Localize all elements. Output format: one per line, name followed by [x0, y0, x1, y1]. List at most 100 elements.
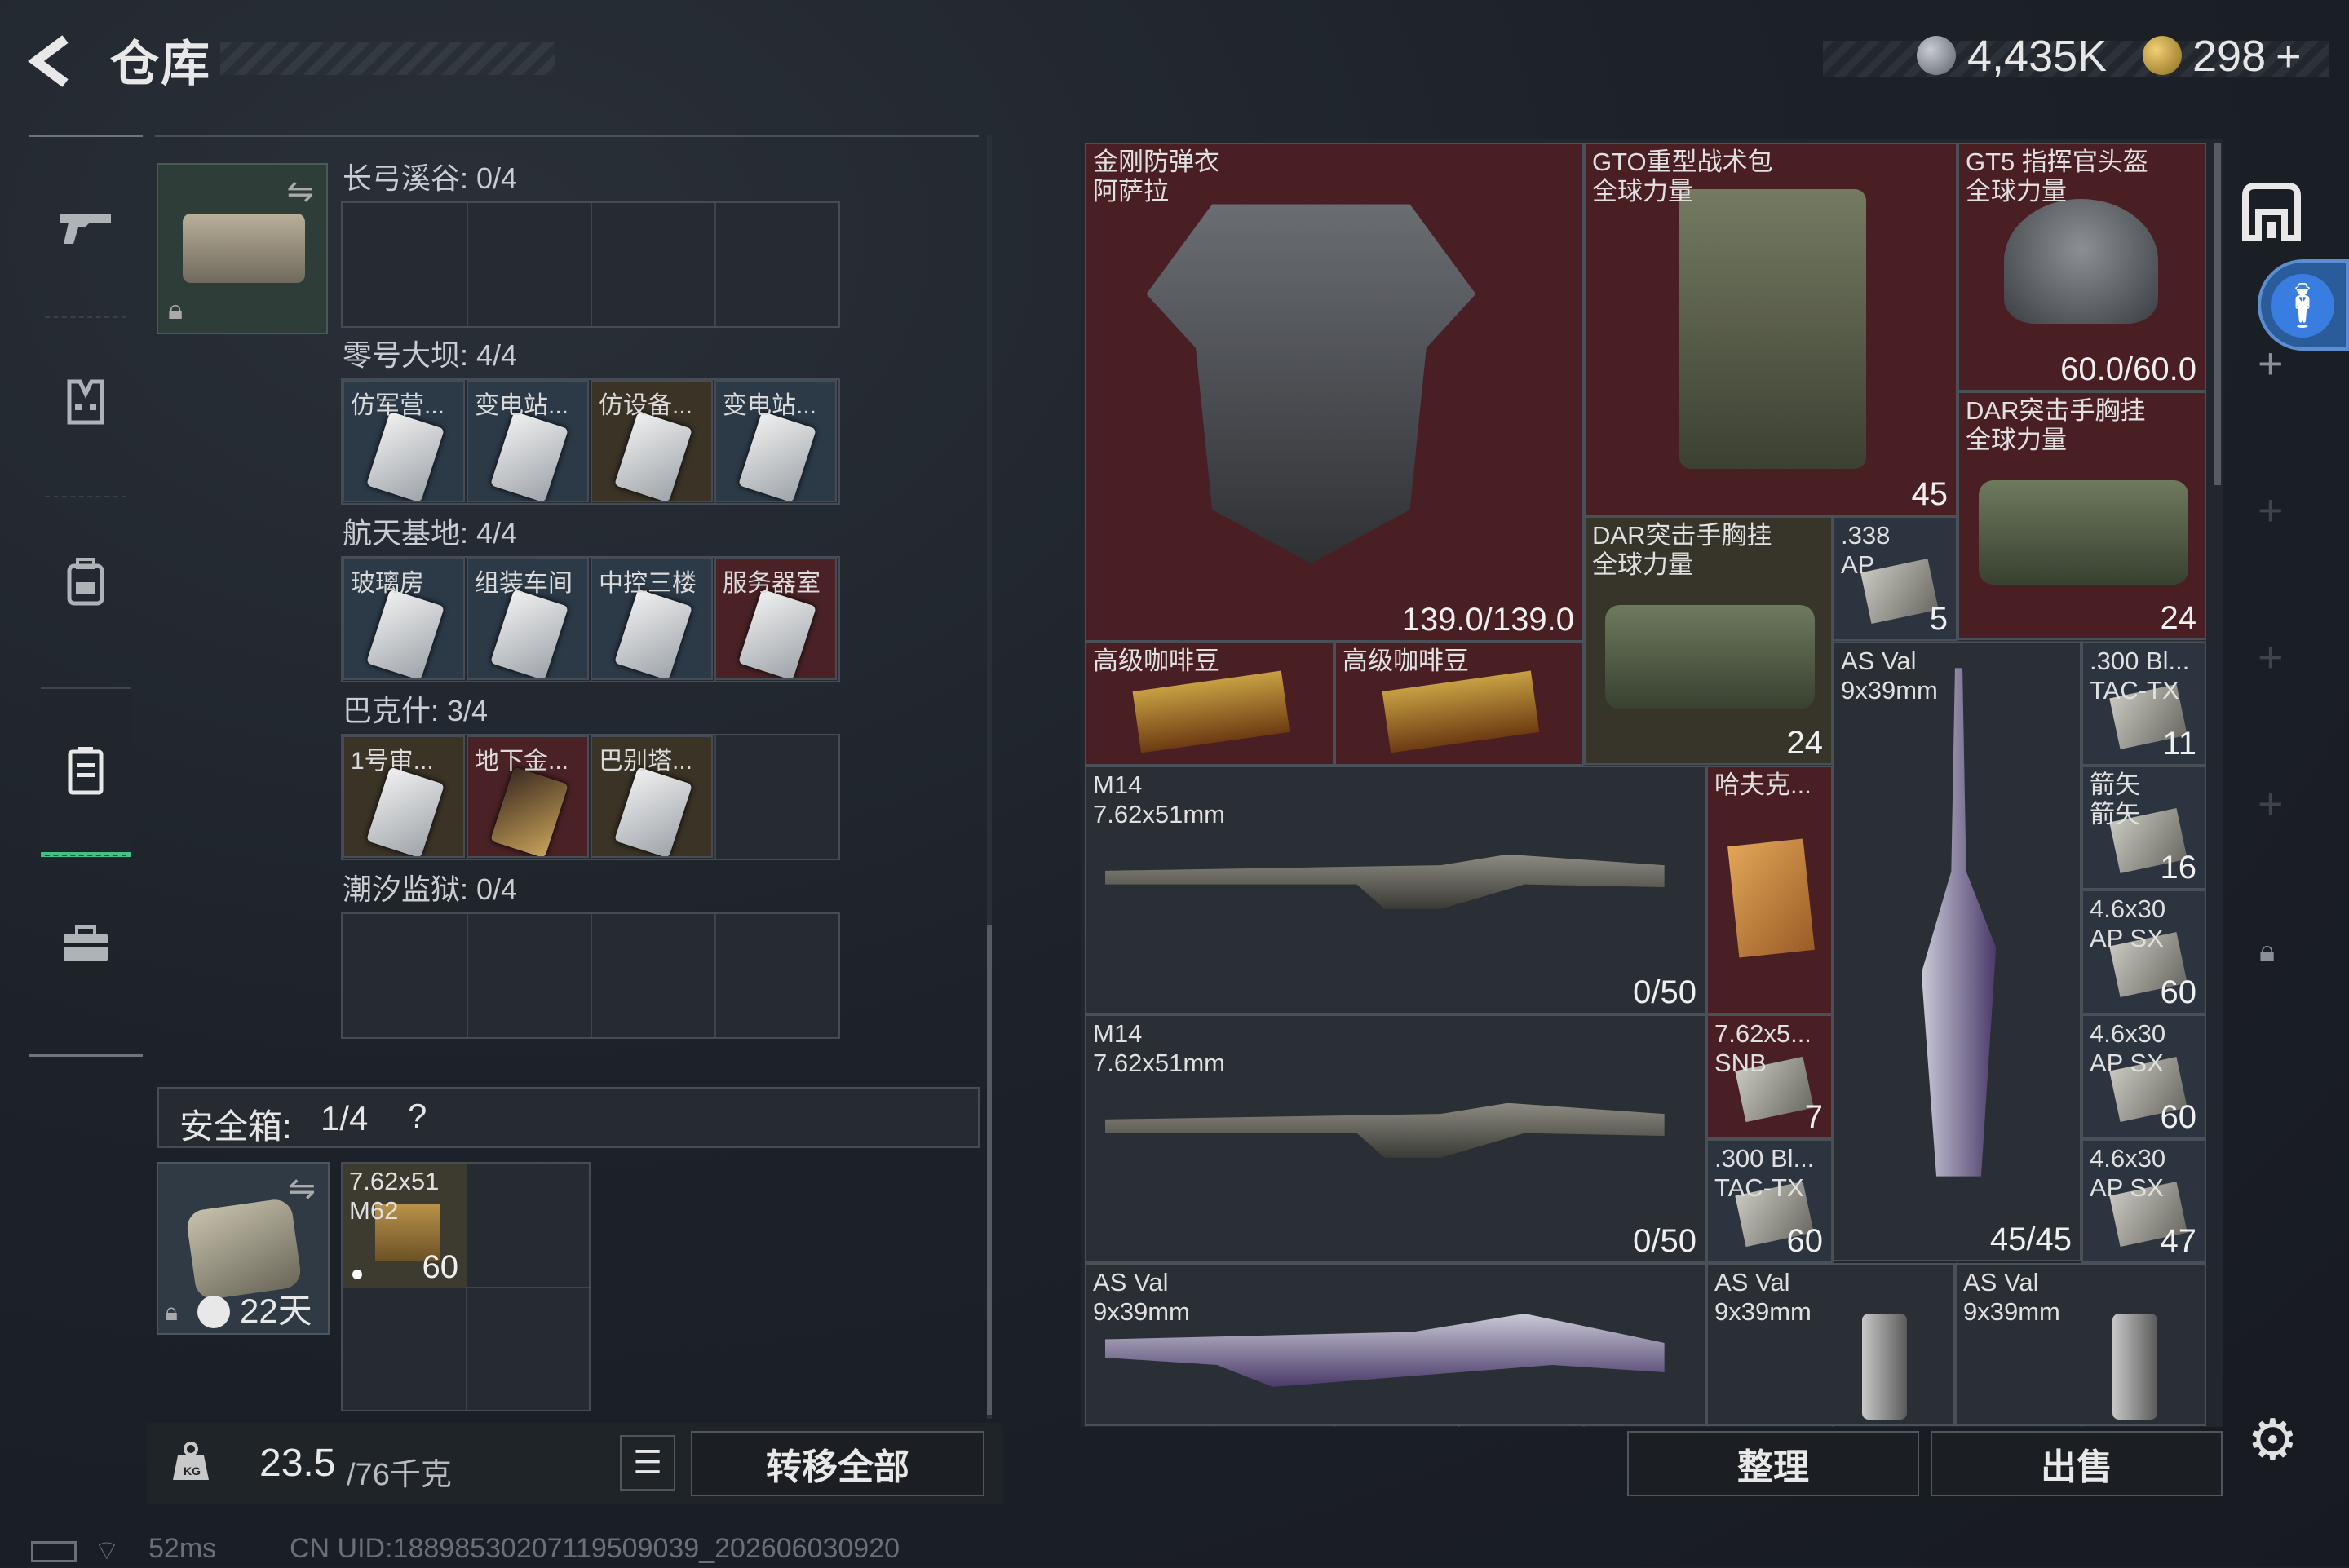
item-value: 0/50: [1633, 1223, 1696, 1259]
item-name: M14 7.62x51mm: [1093, 771, 1225, 828]
lock-icon: 🔒︎: [165, 1299, 178, 1326]
stash-tab-1[interactable]: [2239, 179, 2304, 245]
item-value: 60: [1786, 1223, 1824, 1259]
settings-gear-icon[interactable]: ⚙: [2247, 1407, 2298, 1473]
nav-vest[interactable]: [41, 320, 130, 484]
add-stash-button[interactable]: +: [2258, 338, 2284, 389]
keycard-slot[interactable]: 仿军营...: [343, 380, 465, 502]
stash-item[interactable]: 箭矢 箭矢 16: [2081, 766, 2206, 890]
item-name: .300 Bl... TAC-TX: [2090, 647, 2190, 704]
keycard-slot[interactable]: 变电站...: [467, 380, 589, 502]
stash-item[interactable]: 高级咖啡豆: [1085, 642, 1334, 766]
list-icon: ☰: [633, 1445, 662, 1481]
keycard-image: [738, 589, 816, 678]
item-name: AS Val 9x39mm: [1963, 1268, 2060, 1326]
keycard-slot[interactable]: 1号审...: [343, 735, 465, 858]
safebox-item[interactable]: 7.62x51 M62 60: [343, 1164, 467, 1288]
scrollbar-thumb[interactable]: [987, 925, 992, 1415]
coffee-beans-image: [1132, 670, 1290, 753]
stash-item[interactable]: GT5 指挥官头盔 全球力量 60.0/60.0: [1958, 143, 2206, 391]
item-name: 4.6x30 AP SX: [2090, 894, 2166, 952]
stash-item[interactable]: .338 AP 5: [1833, 516, 1958, 641]
add-stash-button[interactable]: +: [2258, 632, 2284, 682]
stash-item[interactable]: AS Val 9x39mm: [1706, 1263, 1955, 1426]
item-name: AS Val 9x39mm: [1841, 647, 1938, 704]
item-name: 7.62x51 M62: [349, 1167, 440, 1225]
keycard-image: [366, 411, 445, 501]
item-value: 11: [2162, 726, 2196, 762]
stash-item[interactable]: 7.62x5... SNB 7: [1706, 1014, 1833, 1139]
keycard-slot[interactable]: 中控三楼: [591, 558, 713, 680]
uid-text: CN UID:1889853020711950903​9_20260603092…: [290, 1533, 900, 1564]
keycard-slot[interactable]: 服务器室: [714, 558, 837, 680]
nav-keys[interactable]: [41, 687, 130, 857]
safebox-slot[interactable]: ⇋ 🔒︎ 22天: [157, 1162, 330, 1335]
key-case-slot[interactable]: ⇋ 🔒︎: [157, 163, 328, 334]
chest-rig-image: [1605, 604, 1815, 709]
keycard-slot[interactable]: 地下金...: [467, 735, 589, 858]
ping-text: 52ms: [148, 1533, 217, 1564]
keycard-slot[interactable]: 玻璃房: [343, 558, 465, 680]
stash-item[interactable]: M14 7.62x51mm 0/50: [1085, 766, 1706, 1014]
keycard-name: 中控三楼: [599, 570, 697, 597]
item-name: 7.62x5... SNB: [1714, 1019, 1812, 1077]
add-stash-button[interactable]: +: [2258, 485, 2284, 536]
accessibility-icon: 🕴︎: [2271, 274, 2334, 338]
item-name: DAR突击手胸挂 全球力量: [1966, 396, 2146, 454]
keycard-slot[interactable]: 组装车间: [467, 558, 589, 680]
sell-button[interactable]: 出售: [1931, 1431, 2223, 1496]
grid-line: [591, 203, 592, 326]
transfer-all-button[interactable]: 转移全部: [691, 1431, 984, 1496]
back-arrow-icon[interactable]: [24, 33, 82, 90]
nav-case[interactable]: [41, 863, 130, 1026]
briefcase-icon: [64, 925, 108, 961]
weight-max: /76千克: [347, 1458, 452, 1492]
add-stash-button[interactable]: +: [2258, 779, 2284, 829]
stash-scrollbar[interactable]: [2214, 143, 2221, 485]
stash-item[interactable]: 高级咖啡豆: [1334, 642, 1584, 766]
keycard-slot[interactable]: 仿设备...: [591, 380, 713, 502]
safebox-help-button[interactable]: ?: [408, 1097, 427, 1136]
stash-item[interactable]: DAR突击手胸挂 全球力量 24: [1958, 391, 2206, 640]
key-case-image: [183, 214, 305, 283]
currency-gold: 298: [2192, 32, 2267, 81]
grid-line: [591, 914, 592, 1037]
add-currency-button[interactable]: +: [2276, 31, 2302, 82]
item-value: 0/50: [1633, 974, 1696, 1010]
accessibility-button[interactable]: 🕴︎: [2258, 259, 2349, 351]
list-view-button[interactable]: ☰: [620, 1435, 675, 1491]
swap-icon[interactable]: ⇋: [286, 173, 314, 210]
stash-item[interactable]: AS Val 9x39mm: [1955, 1263, 2206, 1426]
nav-weapons[interactable]: [41, 145, 130, 308]
nav-backpack[interactable]: [41, 500, 130, 663]
stash-item[interactable]: M14 7.62x51mm 0/50: [1085, 1014, 1706, 1263]
stash-item[interactable]: 4.6x30 AP SX 60: [2081, 1014, 2206, 1139]
stash-item[interactable]: 4.6x30 AP SX 60: [2081, 890, 2206, 1014]
grid-line: [714, 914, 716, 1037]
keycard-slot[interactable]: 巴别塔...: [591, 735, 713, 858]
keycard-image: [366, 766, 445, 856]
stash-item[interactable]: .300 Bl... TAC-TX 60: [1706, 1139, 1833, 1263]
stash-item[interactable]: 哈夫克...: [1706, 766, 1833, 1014]
stash-item[interactable]: 4.6x30 AP SX 47: [2081, 1139, 2206, 1263]
keycard-slot[interactable]: 变电站...: [714, 380, 837, 502]
item-value: 60.0/60.0: [2060, 351, 2196, 387]
item-name: GT5 指挥官头盔 全球力量: [1966, 148, 2148, 205]
grid-line: [714, 203, 716, 326]
rifle-image: [1104, 1102, 1665, 1158]
item-value: 7: [1804, 1099, 1823, 1135]
stash-item[interactable]: AS Val 9x39mm: [1085, 1263, 1706, 1426]
keycard-name: 地下金...: [475, 748, 569, 775]
weight-current: 23.5: [259, 1442, 336, 1485]
stash-item[interactable]: 金刚防弹衣 阿萨拉 139.0/139.0: [1085, 143, 1584, 642]
stash-item[interactable]: .300 Bl... TAC-TX 11: [2081, 642, 2206, 766]
stash-item[interactable]: DAR突击手胸挂 全球力量 24: [1584, 516, 1833, 765]
swap-icon[interactable]: ⇋: [288, 1170, 316, 1208]
keycard-name: 1号审...: [351, 748, 434, 775]
stash-item[interactable]: GTO重型战术包 全球力量 45: [1584, 143, 1958, 516]
key-slot-row: 1号审... 地下金... 巴别塔...: [341, 734, 840, 860]
item-count: 60: [422, 1249, 459, 1285]
item-name: GTO重型战术包 全球力量: [1592, 148, 1773, 205]
stash-item[interactable]: AS Val 9x39mm 45/45: [1833, 642, 2081, 1261]
sort-button[interactable]: 整理: [1627, 1431, 1919, 1496]
